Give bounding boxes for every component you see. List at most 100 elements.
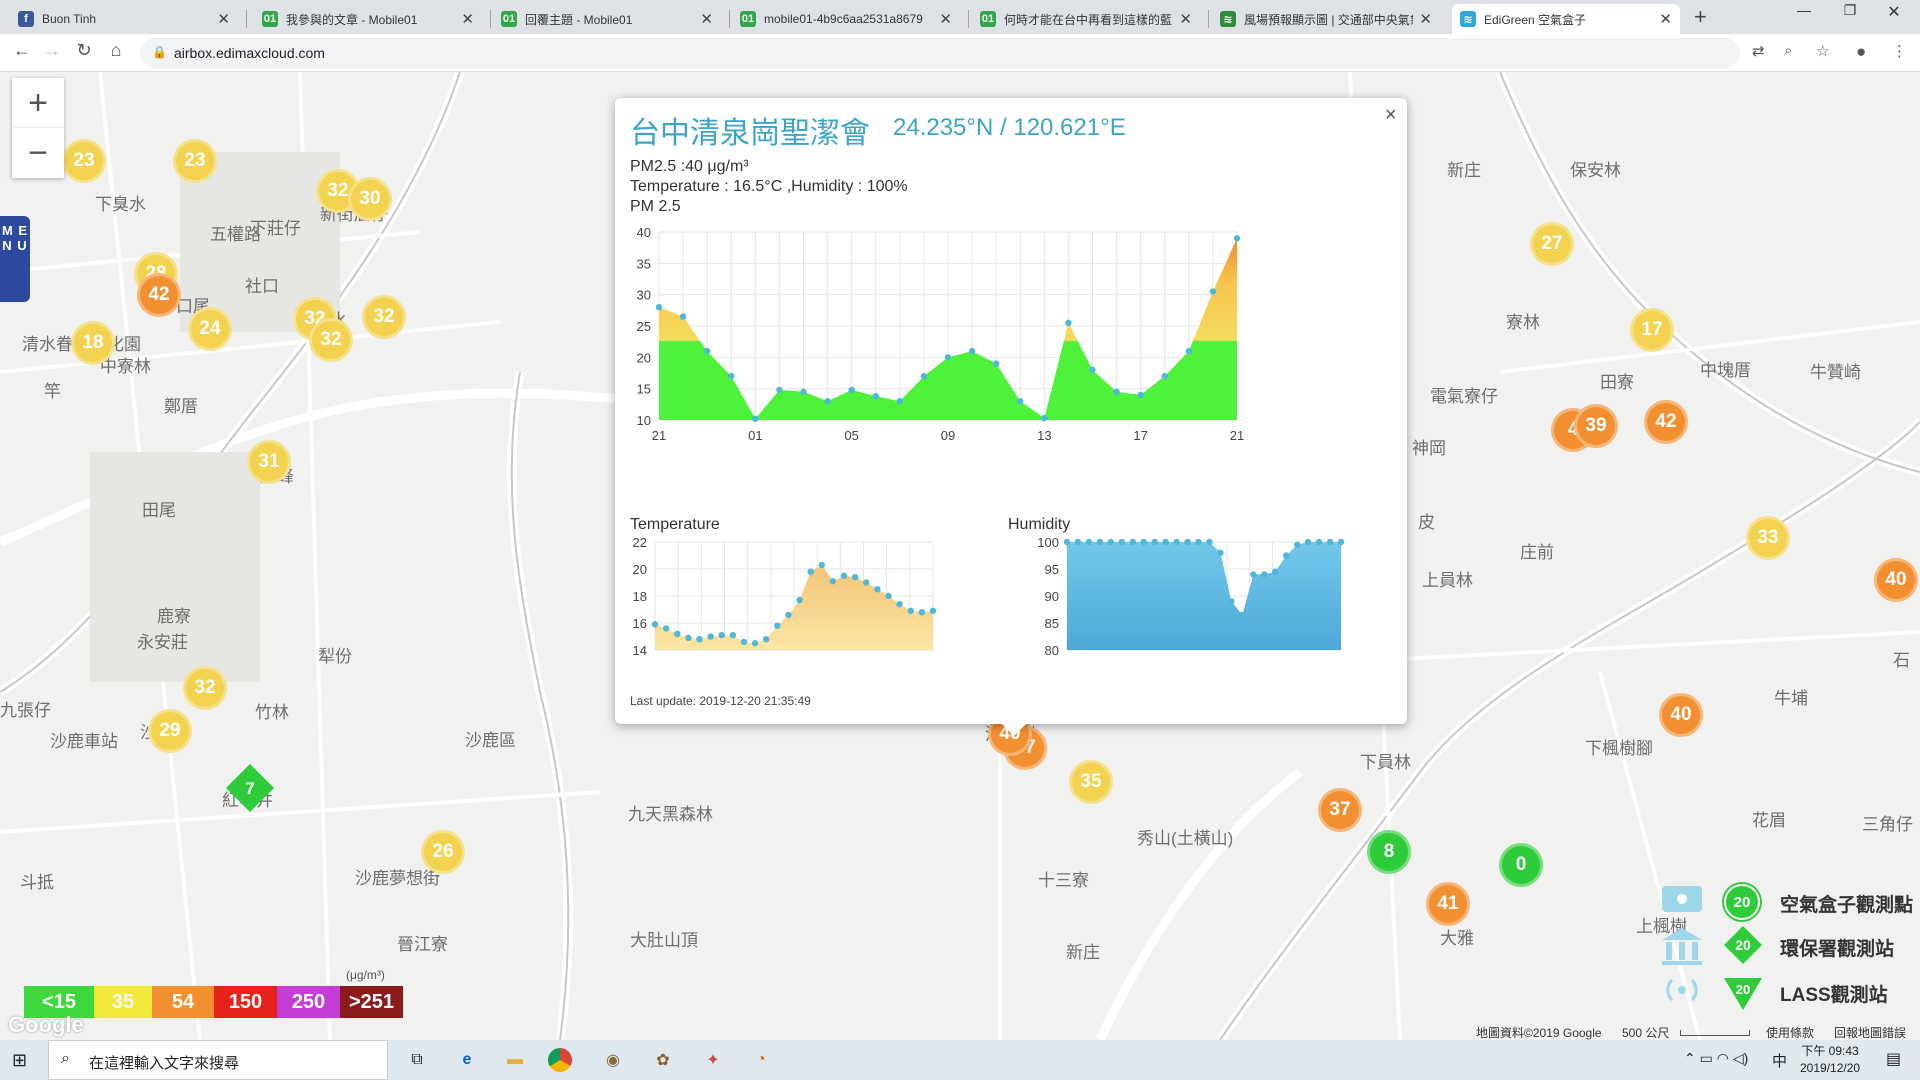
airbox-marker[interactable]: 30	[348, 177, 392, 221]
tab[interactable]: 01 回覆主題 - Mobile01 ✕	[493, 4, 721, 34]
airbox-marker[interactable]: 23	[173, 139, 217, 183]
y-tick-label: 35	[637, 256, 651, 271]
minimize-button[interactable]: —	[1784, 2, 1824, 18]
windows-start-icon[interactable]: ⊞	[12, 1050, 27, 1071]
airbox-marker[interactable]: 42	[137, 273, 181, 317]
app-icon-3[interactable]: ✦	[698, 1046, 728, 1074]
airbox-marker[interactable]: 17	[1630, 308, 1674, 352]
forward-icon[interactable]: →	[40, 40, 64, 61]
airbox-marker[interactable]: 32	[183, 666, 227, 710]
airbox-marker[interactable]: 18	[71, 321, 115, 365]
y-tick-label: 90	[1045, 589, 1059, 604]
place-label: 九張仔	[0, 701, 51, 720]
tab[interactable]: 01 mobile01-4b9c6aa2531a8679 ✕	[732, 4, 960, 34]
edge-icon[interactable]: e	[452, 1046, 482, 1074]
chart-point	[944, 354, 952, 361]
chart-point	[740, 638, 748, 646]
maximize-button[interactable]: ❐	[1830, 2, 1870, 19]
clock[interactable]: 下午 09:43 2019/12/20	[1800, 1043, 1860, 1077]
chart-point	[1337, 538, 1345, 546]
menu-dots-icon[interactable]: ⋮	[1892, 42, 1907, 60]
airbox-marker[interactable]: 26	[421, 830, 465, 874]
airbox-icon	[1662, 886, 1702, 912]
tray-icons[interactable]: ⌃ ▭ ◠ ◁)	[1684, 1050, 1748, 1067]
airbox-marker[interactable]: 40	[1659, 693, 1703, 737]
close-tab-icon[interactable]: ✕	[700, 10, 713, 28]
map-canvas[interactable]: 下臭水新庄保安林新街店仔五權路下莊仔社口口尾清水寮林清水眷村文化園中寮林中塊厝牛…	[0, 72, 1920, 1040]
tab[interactable]: ≋ EdiGreen 空氣盒子 ✕	[1452, 4, 1680, 34]
chart-point	[1250, 571, 1257, 578]
airbox-marker[interactable]: 31	[247, 440, 291, 484]
airbox-marker[interactable]: 33	[1746, 516, 1790, 560]
home-icon[interactable]: ⌂	[104, 40, 128, 61]
chart-point	[1041, 414, 1048, 422]
place-label: 保安林	[1570, 161, 1621, 180]
airbox-marker[interactable]: 32	[362, 295, 406, 339]
airbox-marker[interactable]: 41	[1426, 882, 1470, 926]
airbox-marker[interactable]: 37	[1318, 788, 1362, 832]
epa-diamond-marker[interactable]: 7	[224, 762, 276, 814]
menu-tab[interactable]: M E N U	[0, 216, 30, 302]
reload-icon[interactable]: ↻	[72, 40, 96, 61]
task-view-icon[interactable]: ⧉	[402, 1046, 432, 1074]
chart-point	[751, 640, 759, 647]
translate-icon[interactable]: ⇄	[1752, 42, 1765, 60]
airbox-marker[interactable]: 39	[1574, 404, 1618, 448]
bookmark-star-icon[interactable]: ☆	[1816, 42, 1829, 60]
airbox-marker[interactable]: 24	[188, 307, 232, 351]
zoom-out-button[interactable]: −	[12, 128, 64, 178]
airbox-marker[interactable]: 40	[1874, 558, 1918, 602]
chart-point	[1161, 372, 1168, 380]
new-tab-button[interactable]: +	[1694, 4, 1707, 30]
chart-point	[840, 572, 848, 579]
airbox-marker[interactable]: 35	[1069, 760, 1113, 804]
airbox-marker[interactable]: 32	[309, 318, 353, 362]
tab[interactable]: f Buon Tinh ✕	[10, 4, 238, 34]
chart-point	[968, 347, 976, 355]
aqi-scale-step: >251	[340, 986, 403, 1018]
epa-marker-value: 7	[245, 779, 254, 798]
airbox-marker[interactable]: 29	[148, 709, 192, 753]
close-tab-icon[interactable]: ✕	[1179, 10, 1192, 28]
place-label: 石	[1893, 651, 1910, 670]
taskbar-search[interactable]: ⌕ 在這裡輸入文字來搜尋	[48, 1040, 388, 1080]
back-icon[interactable]: ←	[10, 40, 34, 61]
file-explorer-icon[interactable]: ▬	[500, 1046, 530, 1074]
chart-point	[885, 592, 892, 600]
zoom-icon[interactable]: ⌕	[1784, 42, 1792, 59]
airbox-marker[interactable]: 23	[62, 139, 106, 183]
x-tick-label: 13	[1037, 428, 1051, 443]
popup-close-button[interactable]: ×	[1385, 104, 1397, 127]
report-error-link[interactable]: 回報地圖錯誤	[1834, 1024, 1906, 1040]
chart-point	[1065, 319, 1072, 327]
ime-indicator[interactable]: 中	[1772, 1050, 1787, 1071]
zoom-in-button[interactable]: +	[12, 78, 64, 128]
airbox-marker[interactable]: 42	[1644, 400, 1688, 444]
airbox-marker[interactable]: 0	[1499, 843, 1543, 887]
close-tab-icon[interactable]: ✕	[1659, 10, 1672, 28]
chart-point	[1074, 538, 1082, 546]
tab[interactable]: ≋ 風場預報顯示圖 | 交通部中央氣象 ✕	[1212, 4, 1440, 34]
tab[interactable]: 01 何時才能在台中再看到這樣的藍 ✕	[972, 4, 1200, 34]
blender-icon[interactable]: ◔	[746, 1046, 776, 1074]
close-window-button[interactable]: ✕	[1874, 2, 1914, 22]
place-label: 新庄	[1066, 943, 1100, 962]
airbox-marker[interactable]: 27	[1530, 222, 1574, 266]
close-tab-icon[interactable]: ✕	[217, 10, 230, 28]
notification-icon[interactable]: ▤	[1886, 1049, 1901, 1069]
chrome-icon[interactable]	[548, 1048, 572, 1072]
terms-link[interactable]: 使用條款	[1766, 1024, 1814, 1040]
close-tab-icon[interactable]: ✕	[1419, 10, 1432, 28]
chart-point	[1184, 538, 1191, 546]
omnibox[interactable]: 🔒 airbox.edimaxcloud.com	[140, 38, 1740, 68]
y-tick-label: 16	[633, 616, 647, 631]
close-tab-icon[interactable]: ✕	[939, 10, 952, 28]
airbox-marker[interactable]: 8	[1367, 830, 1411, 874]
tab-separator	[968, 10, 969, 28]
close-tab-icon[interactable]: ✕	[461, 10, 474, 28]
y-tick-label: 22	[633, 535, 647, 550]
app-icon-1[interactable]: ◉	[598, 1046, 628, 1074]
profile-icon[interactable]: ●	[1856, 42, 1866, 62]
tab[interactable]: 01 我參與的文章 - Mobile01 ✕	[254, 4, 482, 34]
app-icon-2[interactable]: ✿	[648, 1046, 678, 1074]
